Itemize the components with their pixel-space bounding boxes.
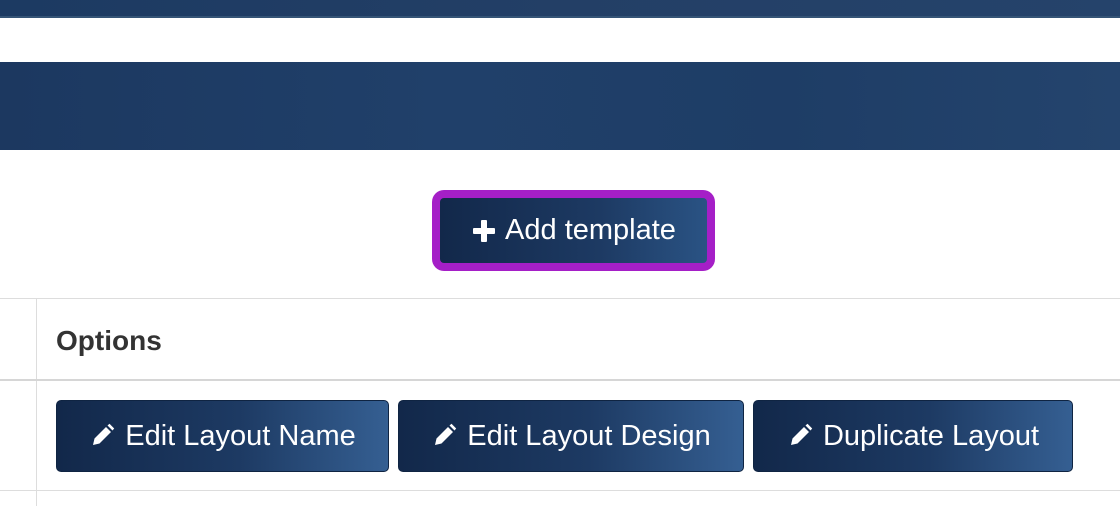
top-nav-bar: [0, 0, 1120, 18]
plus-icon: [471, 218, 497, 244]
duplicate-layout-button[interactable]: Duplicate Layout: [753, 400, 1073, 472]
edit-layout-design-button[interactable]: Edit Layout Design: [398, 400, 744, 472]
table-row: Edit Layout Name Edit Layout Design Dupl…: [0, 381, 1120, 491]
add-template-highlight: Add template: [432, 190, 715, 271]
page-banner: [0, 62, 1120, 150]
pencil-icon: [89, 423, 115, 449]
options-column-header: Options: [56, 325, 162, 356]
action-label: Edit Layout Name: [125, 419, 356, 452]
add-template-label: Add template: [505, 214, 676, 246]
action-label: Edit Layout Design: [467, 419, 711, 452]
add-template-button[interactable]: Add template: [440, 198, 707, 263]
table-header-row: Options: [0, 299, 1120, 381]
action-label: Duplicate Layout: [822, 419, 1040, 452]
templates-table: Options Edit Layout Name Edit Layout Des…: [0, 298, 1120, 506]
edit-layout-name-button[interactable]: Edit Layout Name: [56, 400, 389, 472]
pencil-icon: [431, 423, 457, 449]
pencil-icon: [787, 423, 813, 449]
